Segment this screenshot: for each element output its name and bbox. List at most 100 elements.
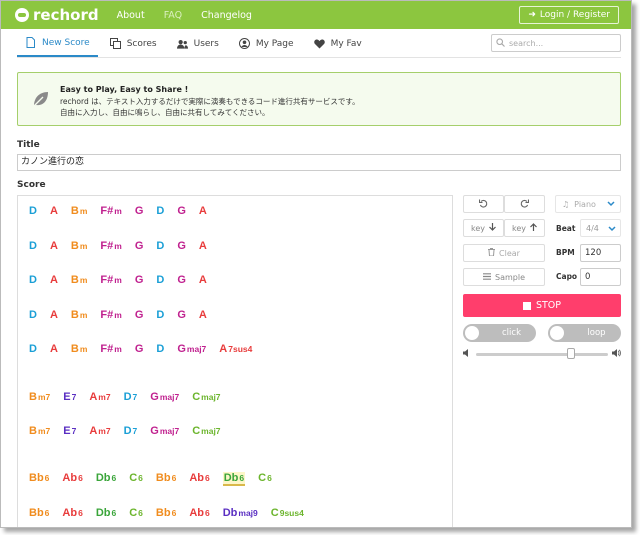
chord[interactable]: G [135, 309, 144, 321]
chord[interactable]: Bb6 [29, 507, 49, 519]
chord[interactable]: D [29, 309, 37, 321]
chord[interactable]: Db6 [96, 472, 116, 484]
chord[interactable]: D7 [124, 425, 138, 437]
chord[interactable]: Bm [71, 343, 88, 355]
loop-toggle[interactable]: loop [548, 324, 621, 342]
intro-notice: Easy to Play, Easy to Share ! rechord は、… [17, 72, 621, 126]
beat-select[interactable]: 4/4 [580, 219, 621, 237]
chord[interactable]: G [177, 274, 186, 286]
nav-changelog[interactable]: Changelog [201, 10, 252, 21]
chord[interactable]: A [199, 240, 207, 252]
chord[interactable]: D [29, 343, 37, 355]
chord[interactable]: D [29, 274, 37, 286]
search-placeholder: search... [509, 38, 544, 48]
chord[interactable]: Db6 [96, 507, 116, 519]
chord[interactable]: D [156, 343, 164, 355]
bpm-input[interactable]: 120 [580, 244, 621, 262]
chord[interactable]: Bm [71, 274, 88, 286]
chord[interactable]: Ab6 [189, 472, 209, 484]
chord[interactable]: Bb6 [156, 472, 176, 484]
chord[interactable]: Cmaj7 [192, 425, 220, 437]
tab-label: Users [193, 38, 219, 49]
stop-button[interactable]: STOP [463, 294, 621, 317]
undo-button[interactable] [463, 195, 504, 213]
logo[interactable]: rechord [15, 6, 99, 24]
tab-my-fav[interactable]: My Fav [306, 30, 370, 57]
redo-button[interactable] [504, 195, 545, 213]
chord[interactable]: A [50, 274, 58, 286]
chord[interactable]: A [199, 309, 207, 321]
nav-about[interactable]: About [117, 10, 145, 21]
title-input[interactable]: カノン進行の恋 [17, 154, 621, 171]
chord[interactable]: D [156, 240, 164, 252]
chord[interactable]: Ab6 [62, 472, 82, 484]
volume-slider[interactable] [463, 348, 621, 360]
chord[interactable]: G [135, 274, 144, 286]
chord[interactable]: Bm7 [29, 425, 50, 437]
chord[interactable]: Gmaj7 [150, 425, 179, 437]
nav-faq[interactable]: FAQ [164, 10, 182, 21]
chord[interactable]: A7sus4 [219, 343, 252, 355]
chord[interactable]: Bm [71, 240, 88, 252]
click-toggle[interactable]: click [463, 324, 536, 342]
chord[interactable]: Cmaj7 [192, 391, 220, 403]
chord[interactable]: A [199, 274, 207, 286]
chord[interactable]: Ab6 [62, 507, 82, 519]
chord[interactable]: G [135, 240, 144, 252]
chord[interactable]: Bm [71, 309, 88, 321]
chord[interactable]: Bm7 [29, 391, 50, 403]
chord[interactable]: Bb6 [29, 472, 49, 484]
chord[interactable]: Gmaj7 [177, 343, 206, 355]
chord[interactable]: E7 [63, 425, 76, 437]
chord[interactable]: G [177, 309, 186, 321]
chord[interactable]: Dbmaj9 [223, 507, 258, 519]
chord[interactable]: Bb6 [156, 507, 176, 519]
login-register-button[interactable]: ➜ Login / Register [519, 6, 619, 24]
chord[interactable]: G [177, 240, 186, 252]
chord[interactable]: D [156, 274, 164, 286]
chord[interactable]: A [50, 205, 58, 217]
volume-thumb[interactable] [567, 348, 576, 359]
tab-scores[interactable]: Scores [102, 30, 165, 57]
chord[interactable]: D [156, 205, 164, 217]
chord[interactable]: C9sus4 [271, 507, 304, 519]
capo-input[interactable]: 0 [580, 268, 621, 286]
chord[interactable]: Db6 [222, 472, 246, 486]
chord[interactable]: F#m [100, 343, 121, 355]
chord[interactable]: D [29, 205, 37, 217]
chord[interactable]: F#m [100, 240, 121, 252]
chord[interactable]: Ab6 [189, 507, 209, 519]
search-input[interactable]: search... [491, 34, 621, 52]
chord[interactable]: Am7 [89, 391, 110, 403]
tab-my-page[interactable]: My Page [231, 30, 302, 57]
chord[interactable]: Am7 [89, 425, 110, 437]
tab-users[interactable]: Users [169, 30, 227, 57]
chord[interactable]: G [135, 205, 144, 217]
chord[interactable]: A [50, 309, 58, 321]
clear-button[interactable]: Clear [463, 244, 545, 262]
chord[interactable]: C6 [129, 507, 143, 519]
key-down-button[interactable]: key [463, 219, 504, 237]
tab-new-score[interactable]: New Score [17, 30, 98, 57]
chord[interactable]: A [199, 205, 207, 217]
chord[interactable]: A [50, 240, 58, 252]
sample-button[interactable]: Sample [463, 268, 545, 286]
chord[interactable]: Bm [71, 205, 88, 217]
chord[interactable]: D [29, 240, 37, 252]
chord[interactable]: A [50, 343, 58, 355]
chord[interactable]: E7 [63, 391, 76, 403]
instrument-select[interactable]: ♫ Piano [555, 195, 621, 213]
chord[interactable]: Gmaj7 [150, 391, 179, 403]
chord[interactable]: C6 [129, 472, 143, 484]
score-editor[interactable]: D A Bm F#m G D G A D A Bm F#m G D G A D A Bm F#m G D G A D A Bm F#m… [17, 195, 453, 527]
chord[interactable]: G [177, 205, 186, 217]
chord[interactable]: G [135, 343, 144, 355]
chord[interactable]: C6 [258, 472, 272, 484]
chord[interactable]: F#m [100, 205, 121, 217]
chord[interactable]: F#m [100, 274, 121, 286]
key-up-button[interactable]: key [504, 219, 545, 237]
chord[interactable]: F#m [100, 309, 121, 321]
chord-quality: m [79, 206, 88, 216]
chord[interactable]: D [156, 309, 164, 321]
chord[interactable]: D7 [124, 391, 138, 403]
